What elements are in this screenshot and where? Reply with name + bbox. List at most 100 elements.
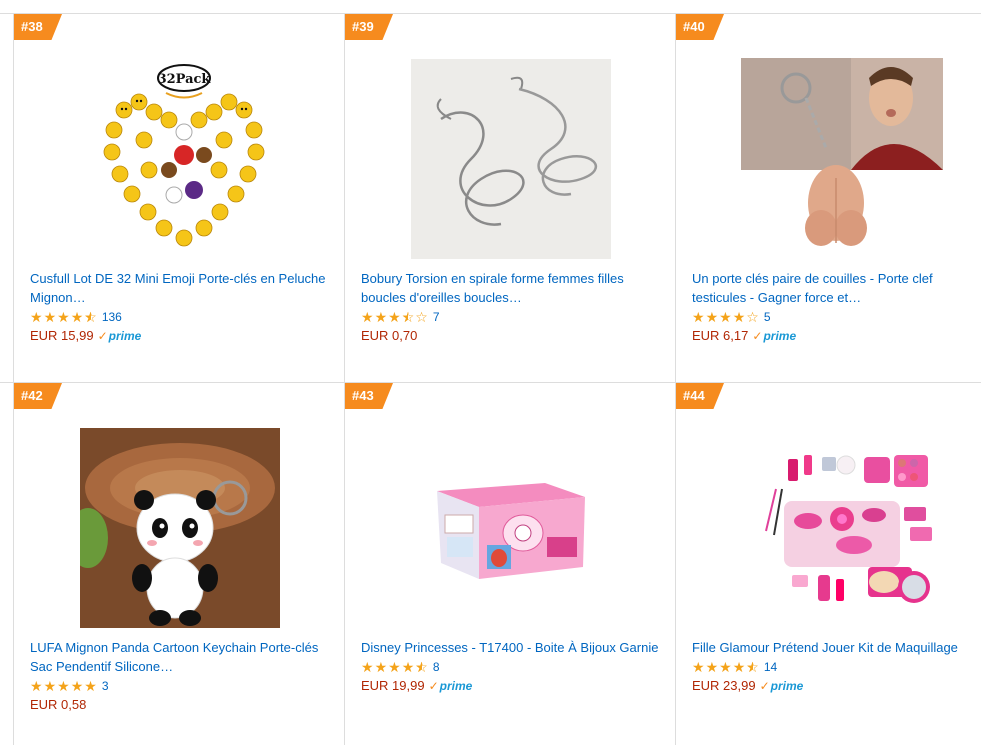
price-row: EUR 6,17 ✓ prime: [692, 328, 796, 343]
star-full-icon: ★: [692, 309, 705, 325]
star-half-icon: ☆★: [84, 309, 97, 325]
rank-badge: #42: [14, 383, 62, 409]
prime-badge: ✓ prime: [759, 678, 804, 693]
product-image[interactable]: [80, 428, 280, 628]
check-icon: ✓: [428, 678, 439, 693]
panda-keychain-icon: [80, 428, 280, 628]
review-count[interactable]: 7: [433, 310, 440, 324]
product-card[interactable]: #44 Fille Glamour Prétend Jouer Kit de M…: [676, 383, 981, 745]
price: EUR 15,99: [30, 328, 94, 343]
star-full-icon: ★: [30, 309, 43, 325]
review-count[interactable]: 8: [433, 660, 440, 674]
check-icon: ✓: [752, 328, 763, 343]
star-full-icon: ★: [374, 309, 388, 325]
product-card[interactable]: #38 32Pack Cusfull Lot DE 32 Mini Emoji …: [14, 14, 345, 383]
review-count[interactable]: 3: [102, 679, 109, 693]
star-rating: ★★★★☆★: [30, 310, 97, 324]
rank-badge: #44: [676, 383, 724, 409]
rank-badge: #39: [345, 14, 393, 40]
product-title[interactable]: Disney Princesses - T17400 - Boite À Bij…: [361, 638, 666, 657]
jewelry-box-icon: [437, 483, 585, 579]
svg-text:32Pack: 32Pack: [158, 72, 212, 87]
star-full-icon: ★: [374, 659, 388, 675]
star-half-icon: ☆★: [415, 659, 428, 675]
emoji-keychains-icon: 32Pack: [103, 64, 265, 247]
price: EUR 23,99: [692, 678, 756, 693]
price-row: EUR 15,99 ✓ prime: [30, 328, 141, 343]
rating[interactable]: ★★★★☆★ 136: [30, 310, 122, 324]
star-full-icon: ★: [30, 678, 43, 694]
star-empty-icon: ☆: [746, 309, 759, 325]
star-full-icon: ★: [388, 659, 401, 675]
rating[interactable]: ★ ★ ★ ★ ★ 3: [30, 679, 109, 693]
star-half-icon: ☆★: [401, 309, 415, 325]
review-count[interactable]: 14: [764, 660, 777, 674]
price: EUR 0,70: [361, 328, 418, 343]
product-card[interactable]: #39 Bobury Torsion en spirale forme femm…: [345, 14, 676, 383]
star-empty-icon: ☆: [415, 309, 428, 325]
price: EUR 19,99: [361, 678, 425, 693]
star-full-icon: ★: [388, 309, 401, 325]
product-grid: #38 32Pack Cusfull Lot DE 32 Mini Emoji …: [0, 0, 981, 745]
price-row: EUR 0,70: [361, 328, 417, 343]
star-full-icon: ★: [70, 309, 84, 325]
product-image[interactable]: [741, 58, 943, 258]
check-icon: ✓: [759, 678, 770, 693]
product-title[interactable]: Fille Glamour Prétend Jouer Kit de Maqui…: [692, 638, 981, 657]
rating[interactable]: ★ ★ ★ ★ ☆ 5: [692, 310, 771, 324]
price: EUR 0,58: [30, 697, 87, 712]
price-row: EUR 23,99 ✓ prime: [692, 678, 803, 693]
product-image[interactable]: [764, 449, 938, 609]
star-full-icon: ★: [705, 659, 719, 675]
star-full-icon: ★: [732, 659, 746, 675]
star-rating: ★ ★ ★ ★ ☆: [692, 310, 759, 324]
star-half-icon: ☆★: [746, 659, 759, 675]
star-full-icon: ★: [692, 659, 705, 675]
star-full-icon: ★: [70, 678, 84, 694]
star-full-icon: ★: [57, 309, 70, 325]
product-image[interactable]: [435, 473, 587, 583]
product-card[interactable]: #40 Un porte clés paire de couilles - Po…: [676, 14, 981, 383]
review-count[interactable]: 136: [102, 310, 122, 324]
star-full-icon: ★: [705, 309, 719, 325]
prime-badge: ✓ prime: [752, 328, 797, 343]
star-rating: ★★★★☆★: [361, 660, 428, 674]
check-icon: ✓: [97, 328, 108, 343]
star-full-icon: ★: [43, 678, 57, 694]
novelty-keychain-icon: [741, 58, 943, 246]
product-title[interactable]: LUFA Mignon Panda Cartoon Keychain Porte…: [30, 638, 335, 676]
rating[interactable]: ★★★★☆★ 8: [361, 660, 440, 674]
product-card[interactable]: #43 Disney Princesses - T17400 - Boite À…: [345, 383, 676, 745]
spiral-earrings-icon: [411, 59, 611, 259]
product-title[interactable]: Un porte clés paire de couilles - Porte …: [692, 269, 981, 307]
product-image[interactable]: [411, 59, 611, 259]
review-count[interactable]: 5: [764, 310, 771, 324]
price-row: EUR 0,58: [30, 697, 86, 712]
rank-badge: #40: [676, 14, 724, 40]
prime-badge: ✓ prime: [97, 328, 142, 343]
product-image[interactable]: 32Pack: [94, 60, 274, 260]
star-rating: ★★★☆★☆: [361, 310, 428, 324]
rank-badge: #43: [345, 383, 393, 409]
star-full-icon: ★: [719, 659, 732, 675]
rating[interactable]: ★★★☆★☆ 7: [361, 310, 440, 324]
rank-badge: #38: [14, 14, 62, 40]
product-title[interactable]: Bobury Torsion en spirale forme femmes f…: [361, 269, 666, 307]
product-card[interactable]: #42 LUFA Mignon Panda Cartoon Keychain P…: [14, 383, 345, 745]
star-full-icon: ★: [57, 678, 70, 694]
star-full-icon: ★: [361, 659, 374, 675]
product-title[interactable]: Cusfull Lot DE 32 Mini Emoji Porte-clés …: [30, 269, 335, 307]
star-full-icon: ★: [43, 309, 57, 325]
makeup-kit-icon: [765, 455, 932, 603]
price-row: EUR 19,99 ✓ prime: [361, 678, 472, 693]
prime-badge: ✓ prime: [428, 678, 473, 693]
rating[interactable]: ★★★★☆★ 14: [692, 660, 777, 674]
price: EUR 6,17: [692, 328, 749, 343]
star-full-icon: ★: [719, 309, 732, 325]
star-full-icon: ★: [732, 309, 746, 325]
star-full-icon: ★: [361, 309, 374, 325]
star-full-icon: ★: [84, 678, 97, 694]
star-full-icon: ★: [401, 659, 415, 675]
star-rating: ★★★★☆★: [692, 660, 759, 674]
star-rating: ★ ★ ★ ★ ★: [30, 679, 97, 693]
